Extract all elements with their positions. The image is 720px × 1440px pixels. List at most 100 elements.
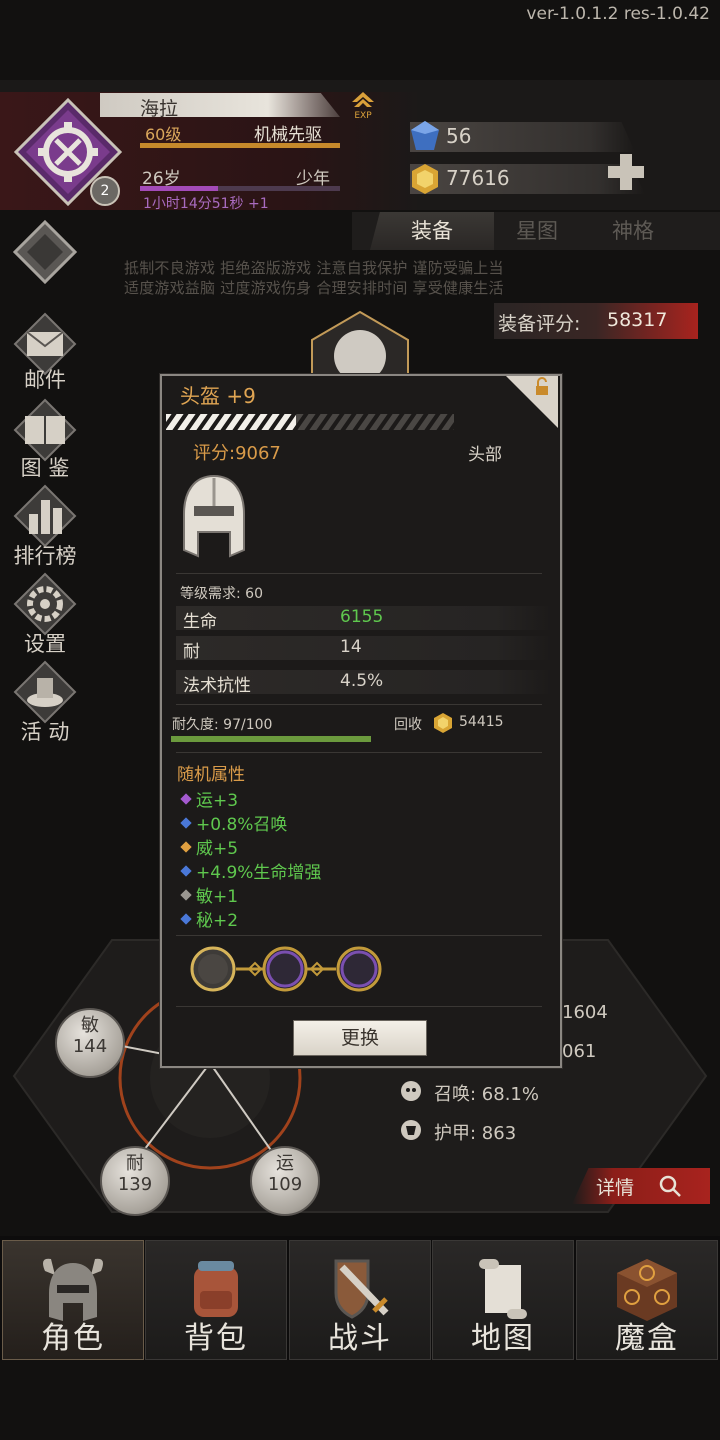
gold-coin-icon: [434, 713, 452, 733]
side-menu-label: 活 动: [20, 720, 70, 744]
helmet-item-icon: [183, 474, 245, 558]
side-menu-settings[interactable]: 设置: [6, 572, 84, 656]
random-attr-text: 威+5: [196, 839, 239, 859]
version-label: ver-1.0.1.2 res-1.0.42: [526, 4, 710, 24]
health-notice-line2: 适度游戏益脑 过度游戏伤身 合理安排时间 享受健康生活: [124, 279, 504, 297]
side-menu-events[interactable]: 活 动: [6, 660, 84, 744]
gem-dot-icon: [180, 865, 192, 877]
stat-agility[interactable]: 敏 144: [55, 1008, 125, 1078]
name-bar: [100, 93, 340, 117]
tab-divinity[interactable]: 神格: [590, 212, 676, 250]
item-title: 头盔 +9: [180, 384, 256, 408]
details-label: 详情: [596, 1177, 635, 1199]
nav-magic-box[interactable]: 魔盒: [576, 1240, 718, 1360]
random-attr-item: 威+5: [180, 834, 239, 859]
stat-summon: 召唤: 68.1%: [434, 1084, 539, 1105]
nav-map[interactable]: 地图: [432, 1240, 574, 1360]
random-attr-item: +0.8%召唤: [180, 810, 288, 835]
recycle-label: 回收: [394, 717, 422, 733]
gem-dot-icon: [180, 817, 192, 829]
event-icon: [13, 660, 77, 724]
attr-row: [176, 636, 552, 660]
player-level: 60级: [145, 125, 182, 144]
nav-label: 角色: [41, 1321, 105, 1356]
equip-score-value: 58317: [607, 309, 668, 331]
side-menu-codex[interactable]: 图 鉴: [6, 398, 84, 480]
tab-star-map[interactable]: 星图: [494, 212, 580, 250]
divider: [176, 573, 542, 574]
side-menu-label: 邮件: [24, 368, 66, 392]
gold-coin-icon: [412, 164, 438, 194]
stat-armor: 护甲: 863: [434, 1123, 517, 1144]
durability-bar: [171, 736, 371, 742]
stat-partial-1: 1604: [562, 1002, 608, 1023]
stat-agility-name: 敏: [81, 1015, 99, 1036]
random-attr-item: 运+3: [180, 786, 238, 811]
nav-battle[interactable]: 战斗: [289, 1240, 431, 1360]
gem-socket-empty-purple[interactable]: [262, 946, 308, 992]
attr-name: 法术抗性: [183, 676, 251, 696]
gear-icon: [13, 572, 77, 636]
attr-value: 14: [340, 637, 362, 657]
exp-arrow-icon[interactable]: EXP: [350, 92, 376, 120]
nav-label: 魔盒: [615, 1321, 679, 1356]
stat-constitution[interactable]: 耐 139: [100, 1146, 170, 1216]
attr-name: 耐: [183, 642, 200, 662]
gem-count: 56: [446, 124, 472, 148]
attr-value: 4.5%: [340, 671, 384, 691]
random-attr-text: +0.8%召唤: [196, 815, 288, 835]
gem-bar: [410, 122, 635, 152]
nav-label: 地图: [471, 1321, 535, 1356]
side-menu-label: 图 鉴: [20, 456, 70, 480]
bottom-navigation: 角色 背包 战斗 地图 魔盒: [0, 1236, 720, 1360]
helmet-slot-icon[interactable]: [308, 310, 412, 380]
lock-toggle-icon[interactable]: [506, 376, 558, 428]
diamond-icon: [13, 220, 77, 284]
random-attr-item: +4.9%生命增强: [180, 858, 321, 883]
gem-socket-empty-purple[interactable]: [336, 946, 382, 992]
side-menu-label: 设置: [24, 632, 66, 656]
side-menu-ranking[interactable]: 排行榜: [6, 484, 84, 568]
gem-dot-icon: [180, 913, 192, 925]
divider: [176, 935, 542, 936]
stat-constitution-value: 139: [117, 1174, 153, 1195]
gem-socket-empty-gold[interactable]: [190, 946, 236, 992]
nav-character[interactable]: 角色: [2, 1240, 144, 1360]
stat-luck[interactable]: 运 109: [250, 1146, 320, 1216]
durability-label: 耐久度: 97/100: [172, 717, 273, 733]
side-menu-mail[interactable]: 邮件: [6, 312, 84, 392]
blue-gem-icon: [411, 121, 439, 150]
stat-agility-value: 144: [72, 1036, 108, 1057]
rank-badge: 2: [90, 176, 120, 206]
nav-backpack[interactable]: 背包: [145, 1240, 287, 1360]
side-menu-top[interactable]: [6, 214, 84, 296]
summon-icon: [401, 1081, 421, 1101]
stat-luck-name: 运: [276, 1153, 294, 1174]
add-currency-icon[interactable]: [606, 152, 646, 192]
search-icon: [659, 1175, 681, 1197]
divider: [176, 752, 542, 753]
age-timer: 1小时14分51秒 +1: [143, 196, 269, 212]
random-attr-item: 敏+1: [180, 882, 239, 907]
random-attr-item: 秘+2: [180, 906, 239, 931]
player-class: 机械先驱: [254, 125, 322, 145]
random-attr-text: 敏+1: [196, 887, 239, 907]
svg-text:EXP: EXP: [354, 111, 372, 120]
ranking-icon: [13, 484, 77, 548]
gem-dot-icon: [180, 793, 192, 805]
nav-label: 背包: [184, 1321, 248, 1356]
gold-count: 77616: [446, 166, 510, 190]
exp-bar: [140, 143, 340, 148]
details-button[interactable]: [572, 1168, 710, 1204]
stat-partial-2: 061: [562, 1041, 597, 1062]
enhance-progress-bar: [166, 414, 454, 430]
item-score: 评分:9067: [193, 443, 281, 464]
health-notice-line1: 抵制不良游戏 拒绝盗版游戏 注意自我保护 谨防受骗上当: [124, 259, 504, 277]
equip-score-label: 装备评分:: [498, 313, 581, 335]
gem-dot-icon: [180, 889, 192, 901]
level-requirement: 等级需求: 60: [180, 586, 263, 602]
replace-button[interactable]: 更换: [293, 1020, 427, 1056]
random-attr-text: 秘+2: [196, 911, 239, 931]
item-slot: 头部: [468, 445, 502, 465]
tab-equipment[interactable]: 装备: [370, 212, 494, 250]
